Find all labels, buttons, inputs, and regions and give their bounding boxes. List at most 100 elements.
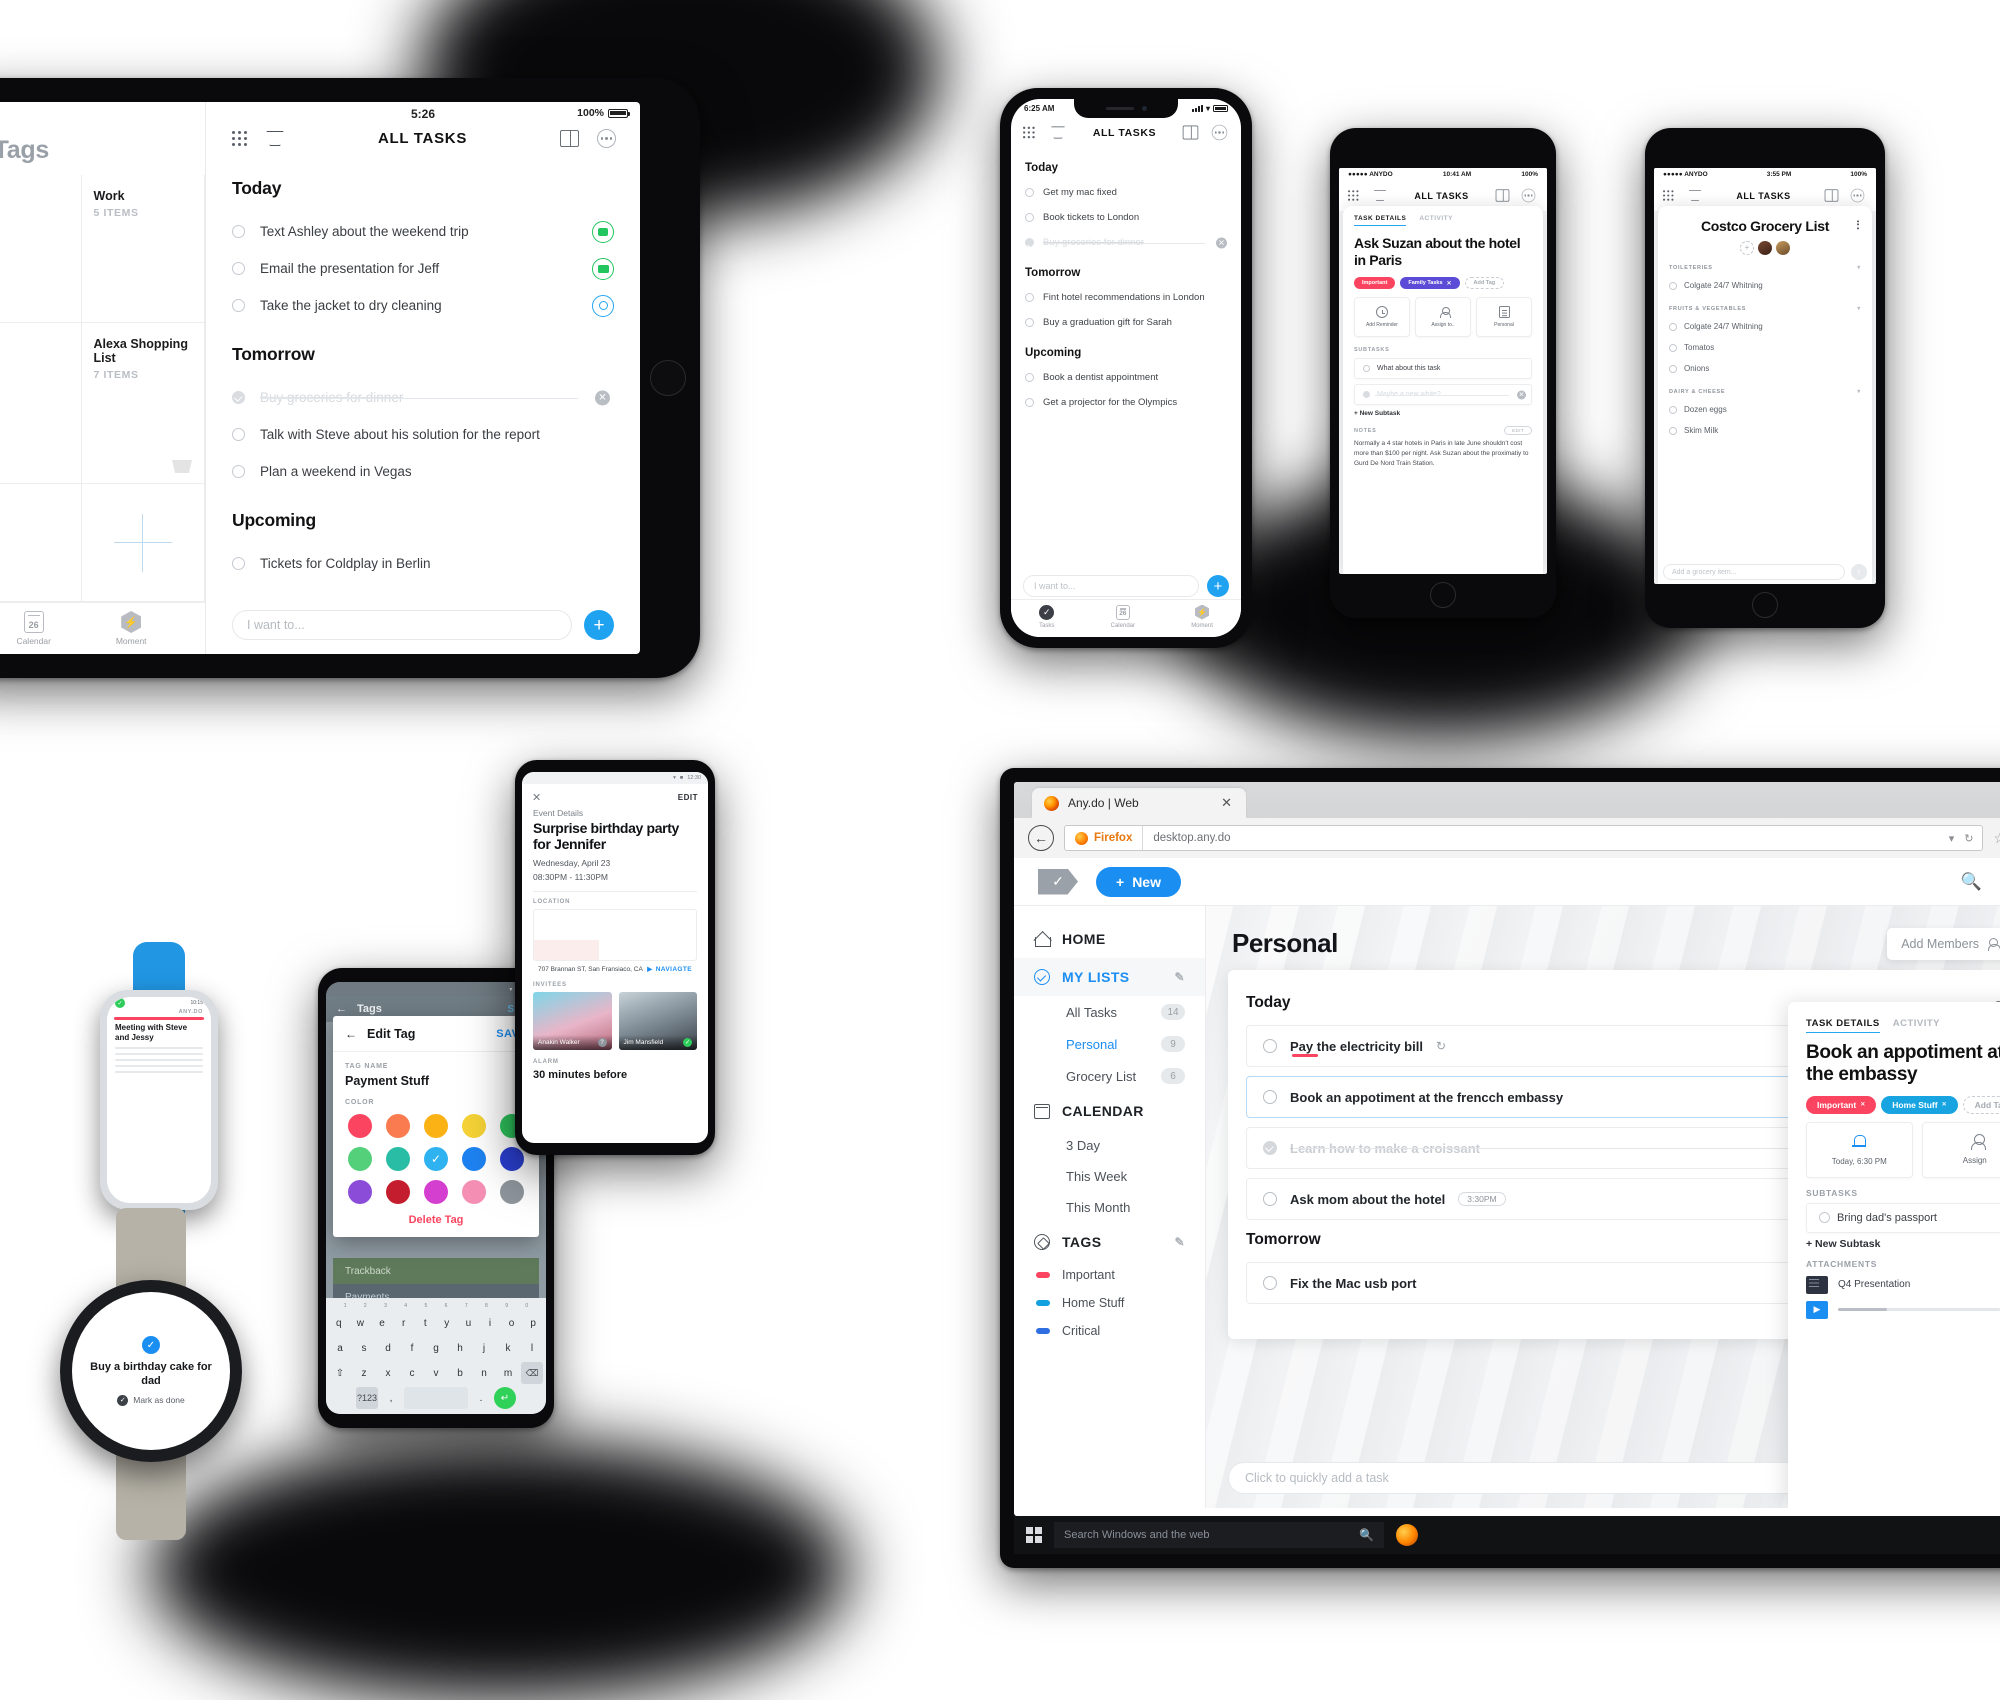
split-view-icon[interactable]	[1183, 126, 1199, 140]
key-x[interactable]: x	[377, 1362, 399, 1384]
tab-task-details[interactable]: TASK DETAILS	[1354, 215, 1406, 226]
sidebar-item-grocery-list[interactable]: Grocery List 6	[1014, 1060, 1205, 1092]
tab-task-details[interactable]: TASK DETAILS	[1806, 1018, 1880, 1033]
key-n[interactable]: n	[473, 1362, 495, 1384]
key-w[interactable]: w	[351, 1312, 371, 1334]
grid-menu-icon[interactable]	[1663, 190, 1674, 201]
tabbar-item-calendar[interactable]: 26 Calendar	[16, 611, 51, 646]
delete-tag-button[interactable]: Delete Tag	[333, 1204, 539, 1237]
key[interactable]: 9	[505, 1303, 508, 1309]
assign-button[interactable]: Assign	[1922, 1122, 2000, 1178]
location-map[interactable]	[533, 909, 697, 961]
list-item[interactable]: Trackback	[333, 1258, 539, 1284]
edit-icon[interactable]: ✎	[1175, 970, 1185, 984]
remove-tag-icon[interactable]: ✕	[1860, 1101, 1865, 1108]
delete-icon[interactable]: ✕	[1517, 390, 1526, 399]
attachment-row[interactable]: Q4 Presentation	[1806, 1276, 2000, 1294]
tabbar-item-moment[interactable]: ⚡ Moment	[1191, 605, 1213, 629]
task-checkbox[interactable]	[1025, 318, 1034, 327]
subtask-checkbox[interactable]	[1363, 391, 1370, 398]
search-icon[interactable]: 🔍	[1359, 1528, 1374, 1542]
task-checkbox[interactable]	[1025, 238, 1034, 247]
backspace-key-icon[interactable]: ⌫	[521, 1362, 543, 1384]
sidebar-tag-important[interactable]: Important	[1014, 1261, 1205, 1289]
grocery-item[interactable]: Dozen eggs	[1669, 399, 1861, 420]
key-c[interactable]: c	[401, 1362, 423, 1384]
task-row[interactable]: Book tickets to London	[1025, 205, 1227, 230]
item-checkbox[interactable]	[1669, 282, 1677, 290]
task-row[interactable]: Book a dentist appointment	[1025, 365, 1227, 390]
task-row[interactable]: Get my mac fixed	[1025, 180, 1227, 205]
color-swatch[interactable]	[462, 1114, 486, 1138]
address-bar[interactable]: Firefox desktop.any.do ▾ ↻	[1064, 825, 1983, 851]
grocery-item[interactable]: Skim Milk	[1669, 420, 1861, 441]
tablet-home-button[interactable]	[650, 360, 686, 396]
task-row[interactable]: Plan a weekend in Vegas	[232, 453, 610, 490]
add-tag-button[interactable]: Add Tag	[1465, 277, 1505, 289]
back-icon[interactable]: ←	[345, 1027, 357, 1041]
color-swatch[interactable]	[462, 1180, 486, 1204]
list-card[interactable]	[0, 484, 82, 602]
task-row[interactable]: Take the jacket to dry cleaning	[232, 287, 610, 324]
sidebar-item-3-day[interactable]: 3 Day	[1014, 1130, 1205, 1161]
key-o[interactable]: o	[502, 1312, 522, 1334]
sidebar-tag-critical[interactable]: Critical	[1014, 1317, 1205, 1345]
key-s[interactable]: s	[353, 1337, 375, 1359]
chevron-down-icon[interactable]: ▾	[1857, 305, 1861, 312]
item-checkbox[interactable]	[1669, 365, 1677, 373]
task-checkbox[interactable]	[232, 391, 245, 404]
sidebar-item-my-lists[interactable]: MY LISTS ✎	[1014, 958, 1205, 996]
task-checkbox[interactable]	[1025, 188, 1034, 197]
task-checkbox[interactable]	[232, 428, 245, 441]
key-k[interactable]: k	[497, 1337, 519, 1359]
chat-badge-icon[interactable]	[592, 221, 614, 243]
task-checkbox[interactable]	[232, 299, 245, 312]
task-checkbox[interactable]	[1263, 1039, 1277, 1053]
key-y[interactable]: y	[437, 1312, 457, 1334]
basket-icon[interactable]	[1688, 190, 1702, 201]
key[interactable]: 1	[344, 1303, 347, 1309]
item-checkbox[interactable]	[1669, 406, 1677, 414]
grid-menu-icon[interactable]	[1023, 127, 1035, 139]
list-card[interactable]: Alexa Shopping List 7 ITEMS	[82, 323, 206, 485]
color-swatch-selected[interactable]: ✓	[424, 1147, 448, 1171]
firefox-taskbar-icon[interactable]	[1396, 1524, 1418, 1546]
color-swatch[interactable]	[348, 1114, 372, 1138]
avatar[interactable]	[1776, 241, 1790, 255]
key[interactable]: 3	[384, 1303, 387, 1309]
edit-icon[interactable]: ✎	[1175, 1235, 1185, 1249]
mail-badge-icon[interactable]	[592, 258, 614, 280]
task-checkbox[interactable]	[232, 225, 245, 238]
color-swatch[interactable]	[500, 1180, 524, 1204]
task-row[interactable]: Text Ashley about the weekend trip	[232, 213, 610, 250]
group-header[interactable]: FRUITS & VEGETABLES ▾	[1669, 305, 1861, 312]
key-i[interactable]: i	[480, 1312, 500, 1334]
key[interactable]: 5	[424, 1303, 427, 1309]
tabbar-item-tasks[interactable]: ✓ Tasks	[1039, 605, 1054, 629]
tab-activity[interactable]: ACTIVITY	[1893, 1018, 1940, 1033]
chevron-down-icon[interactable]: ▾	[1949, 832, 1955, 845]
add-task-button[interactable]: +	[1207, 575, 1229, 597]
task-checkbox[interactable]	[1263, 1090, 1277, 1104]
basket-icon[interactable]	[265, 131, 285, 146]
key[interactable]: 2	[364, 1303, 367, 1309]
task-checkbox[interactable]	[1025, 373, 1034, 382]
remove-tag-icon[interactable]: ✕	[1942, 1101, 1947, 1108]
submit-icon[interactable]: ↑	[1851, 564, 1867, 580]
subtask-checkbox[interactable]	[1819, 1212, 1830, 1223]
grocery-item[interactable]: Tomatos	[1669, 337, 1861, 358]
delete-icon[interactable]: ✕	[595, 390, 610, 405]
add-list-card[interactable]	[82, 484, 206, 602]
key-v[interactable]: v	[425, 1362, 447, 1384]
sidebar-item-this-month[interactable]: This Month	[1014, 1192, 1205, 1223]
sidebar-item-tags[interactable]: TAGS ✎	[1014, 1223, 1205, 1261]
new-button[interactable]: +New	[1096, 867, 1181, 897]
task-row[interactable]: Buy groceries for dinner ✕	[232, 379, 610, 416]
avatar[interactable]	[1758, 241, 1772, 255]
key[interactable]: 0	[525, 1303, 528, 1309]
invitee-card[interactable]: Anakin Walker?	[533, 992, 612, 1050]
task-checkbox[interactable]	[1025, 213, 1034, 222]
chevron-down-icon[interactable]: ▾	[1857, 388, 1861, 395]
task-checkbox[interactable]	[1025, 293, 1034, 302]
color-swatch[interactable]	[386, 1147, 410, 1171]
